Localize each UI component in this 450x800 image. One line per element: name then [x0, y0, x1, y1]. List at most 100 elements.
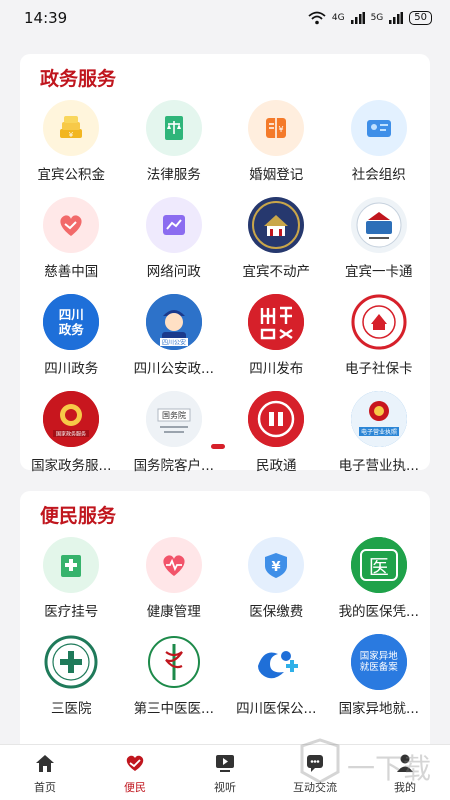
- battery-indicator: 50: [409, 11, 432, 25]
- tab-play-screen[interactable]: 视听: [180, 745, 270, 800]
- real-estate-emblem-icon: [248, 197, 305, 253]
- logo-text: 国家异地就医备案: [359, 650, 398, 674]
- service-label: 医疗挂号: [44, 604, 99, 620]
- service-tile[interactable]: 国务院国务院客户...: [123, 391, 226, 474]
- service-label: 民政通: [256, 458, 297, 474]
- service-tile[interactable]: 三医院: [20, 634, 123, 717]
- service-label: 法律服务: [146, 167, 201, 183]
- service-label: 四川公安政...: [133, 361, 214, 377]
- heartbeat-icon: [145, 537, 202, 593]
- svg-text:¥: ¥: [69, 131, 74, 139]
- home-icon: [34, 753, 56, 777]
- svg-text:电子营业执照: 电子营业执照: [361, 428, 397, 436]
- svg-text:国家政务服务: 国家政务服务: [56, 431, 86, 438]
- tab-chat[interactable]: 互动交流: [270, 745, 360, 800]
- service-label: 国务院客户...: [133, 458, 214, 474]
- service-label: 三医院: [51, 701, 92, 717]
- section-title: 便民服务: [40, 505, 117, 527]
- wifi-icon: [308, 11, 326, 25]
- service-tile[interactable]: 四川发布: [225, 294, 328, 377]
- service-label: 宜宾不动产: [242, 264, 311, 280]
- page-indicator[interactable]: [211, 444, 225, 449]
- service-tile[interactable]: ¥ 婚姻登记: [225, 100, 328, 183]
- service-tile[interactable]: 第三中医医...: [123, 634, 226, 717]
- police-officer-icon: 四川公安: [145, 294, 202, 350]
- service-tile[interactable]: 网络问政: [123, 197, 226, 280]
- coin-stack-icon: ¥: [43, 100, 100, 156]
- tab-heart-hands[interactable]: 便民: [90, 745, 180, 800]
- law-book-icon: [145, 100, 202, 156]
- remote-medical-logo-icon: 国家异地就医备案: [350, 634, 407, 690]
- service-label: 国家政务服...: [31, 458, 112, 474]
- business-license-icon: 电子营业执照: [350, 391, 407, 447]
- service-tile[interactable]: 宜宾不动产: [225, 197, 328, 280]
- civil-affairs-logo-icon: [248, 391, 305, 447]
- service-tile[interactable]: 国家异地就医备案国家异地就...: [328, 634, 431, 717]
- third-hospital-logo-icon: [43, 634, 100, 690]
- service-tile[interactable]: 民政通: [225, 391, 328, 474]
- service-tile[interactable]: 法律服务: [123, 100, 226, 183]
- public-services-grid: 医疗挂号 健康管理 ¥ 医保缴费 医我的医保凭... 三医院 第三中医医... 四川医保公..…: [20, 537, 430, 717]
- line-chart-icon: [145, 197, 202, 253]
- section-title: 政务服务: [40, 68, 117, 90]
- service-label: 社会组织: [351, 167, 406, 183]
- sichuan-gov-logo-icon: 四川政务: [43, 294, 100, 350]
- service-tile[interactable]: 医我的医保凭...: [328, 537, 431, 620]
- tab-user[interactable]: 我的: [360, 745, 450, 800]
- tcm-hospital-logo-icon: [145, 634, 202, 690]
- service-tile[interactable]: 四川医保公...: [225, 634, 328, 717]
- service-label: 我的医保凭...: [338, 604, 419, 620]
- logo-text: 四川政务: [43, 294, 100, 350]
- service-tile[interactable]: 电子社保卡: [328, 294, 431, 377]
- service-label: 宜宾公积金: [37, 167, 106, 183]
- tab-label: 我的: [394, 781, 416, 794]
- play-screen-icon: [214, 753, 236, 777]
- service-tile[interactable]: 四川政务 四川政务: [20, 294, 123, 377]
- id-card-icon: [350, 100, 407, 156]
- yuan-shield-icon: ¥: [248, 537, 305, 593]
- sichuan-release-logo-icon: [248, 294, 305, 350]
- user-icon: [394, 753, 416, 777]
- bottom-tab-bar: 首页 便民 视听 互动交流 我的: [0, 744, 450, 800]
- state-council-logo-icon: 国务院: [145, 391, 202, 447]
- service-tile[interactable]: 电子营业执照电子营业执...: [328, 391, 431, 474]
- heart-hands-icon: [123, 753, 147, 777]
- svg-text:四川公安: 四川公安: [162, 339, 186, 347]
- signal-label-2: 5G: [370, 13, 384, 23]
- service-label: 第三中医医...: [133, 701, 214, 717]
- medical-yi-icon: 医: [350, 537, 407, 593]
- service-label: 婚姻登记: [249, 167, 304, 183]
- service-label: 国家异地就...: [338, 701, 419, 717]
- svg-text:¥: ¥: [279, 125, 284, 134]
- service-tile[interactable]: ¥ 医保缴费: [225, 537, 328, 620]
- service-label: 网络问政: [146, 264, 201, 280]
- charity-heart-icon: [43, 197, 100, 253]
- service-label: 四川发布: [249, 361, 304, 377]
- tab-label: 首页: [34, 781, 56, 794]
- hospital-cross-icon: [43, 537, 100, 593]
- signal-bars-icon: [389, 12, 404, 24]
- logo-text: 医: [359, 549, 398, 581]
- gov-services-card: 政务服务 ¥ 宜宾公积金 法律服务 ¥ 婚姻登记 社会组织慈善中国 网络问政 宜宾不动产 宜宾一…: [20, 54, 430, 474]
- social-security-emblem-icon: [350, 294, 407, 350]
- status-icons: 4G 5G 50: [308, 11, 432, 25]
- service-label: 四川医保公...: [236, 701, 317, 717]
- service-tile[interactable]: 宜宾一卡通: [328, 197, 431, 280]
- gov-services-grid: ¥ 宜宾公积金 法律服务 ¥ 婚姻登记 社会组织慈善中国 网络问政 宜宾不动产 宜宾一卡通四川政…: [20, 100, 430, 474]
- tab-label: 互动交流: [293, 781, 337, 794]
- tab-home[interactable]: 首页: [0, 745, 90, 800]
- service-tile[interactable]: 社会组织: [328, 100, 431, 183]
- sichuan-medical-logo-icon: [248, 634, 305, 690]
- service-label: 健康管理: [146, 604, 201, 620]
- service-tile[interactable]: ¥ 宜宾公积金: [20, 100, 123, 183]
- service-tile[interactable]: 国家政务服务国家政务服...: [20, 391, 123, 474]
- service-label: 宜宾一卡通: [345, 264, 413, 280]
- service-label: 电子营业执...: [338, 458, 419, 474]
- signal-bars-icon: [350, 12, 365, 24]
- svg-text:¥: ¥: [272, 560, 281, 575]
- svg-text:国务院: 国务院: [162, 410, 186, 420]
- service-tile[interactable]: 健康管理: [123, 537, 226, 620]
- service-tile[interactable]: 医疗挂号: [20, 537, 123, 620]
- service-tile[interactable]: 慈善中国: [20, 197, 123, 280]
- service-tile[interactable]: 四川公安四川公安政...: [123, 294, 226, 377]
